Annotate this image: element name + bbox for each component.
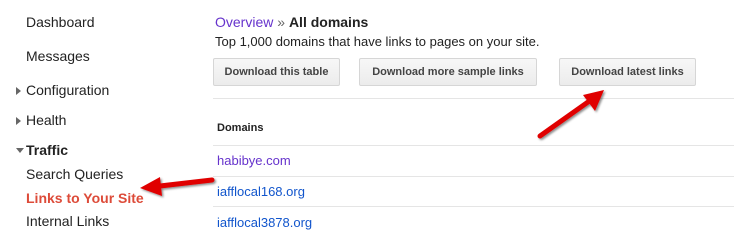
download-more-sample-links-button[interactable]: Download more sample links: [359, 58, 537, 86]
table-row-domain-link[interactable]: iafflocal168.org: [217, 184, 305, 199]
download-table-button[interactable]: Download this table: [213, 58, 340, 86]
sidebar-item-search-queries[interactable]: Search Queries: [26, 166, 123, 182]
divider: [213, 206, 734, 207]
chevron-right-icon: [16, 87, 21, 95]
main-content: Overview » All domains Top 1,000 domains…: [213, 0, 734, 234]
divider: [213, 145, 734, 146]
divider: [213, 176, 734, 177]
chevron-down-icon: [16, 148, 24, 153]
breadcrumb: Overview » All domains: [215, 14, 368, 30]
sidebar-item-links-to-your-site[interactable]: Links to Your Site: [26, 190, 144, 206]
download-latest-links-button[interactable]: Download latest links: [559, 58, 696, 86]
chevron-right-icon: [16, 117, 21, 125]
breadcrumb-separator: »: [277, 14, 286, 30]
page-description: Top 1,000 domains that have links to pag…: [215, 34, 540, 49]
column-header-domains: Domains: [217, 122, 264, 134]
divider: [213, 98, 734, 99]
sidebar-item-label: Traffic: [26, 142, 69, 158]
sidebar-item-configuration[interactable]: Configuration: [16, 82, 110, 98]
breadcrumb-overview-link[interactable]: Overview: [215, 14, 273, 30]
sidebar-item-internal-links[interactable]: Internal Links: [26, 213, 109, 229]
table-row-domain-link[interactable]: habibye.com: [217, 153, 291, 168]
sidebar-item-dashboard[interactable]: Dashboard: [26, 14, 95, 30]
table-row-domain-link[interactable]: iafflocal3878.org: [217, 215, 312, 230]
sidebar-item-messages[interactable]: Messages: [26, 48, 90, 64]
sidebar-item-label: Health: [26, 112, 67, 128]
sidebar-item-traffic[interactable]: Traffic: [16, 142, 69, 158]
sidebar-nav: Dashboard Messages Configuration Health …: [0, 0, 200, 234]
sidebar-item-health[interactable]: Health: [16, 112, 67, 128]
sidebar-item-label: Configuration: [26, 82, 110, 98]
page-title: All domains: [288, 14, 369, 30]
